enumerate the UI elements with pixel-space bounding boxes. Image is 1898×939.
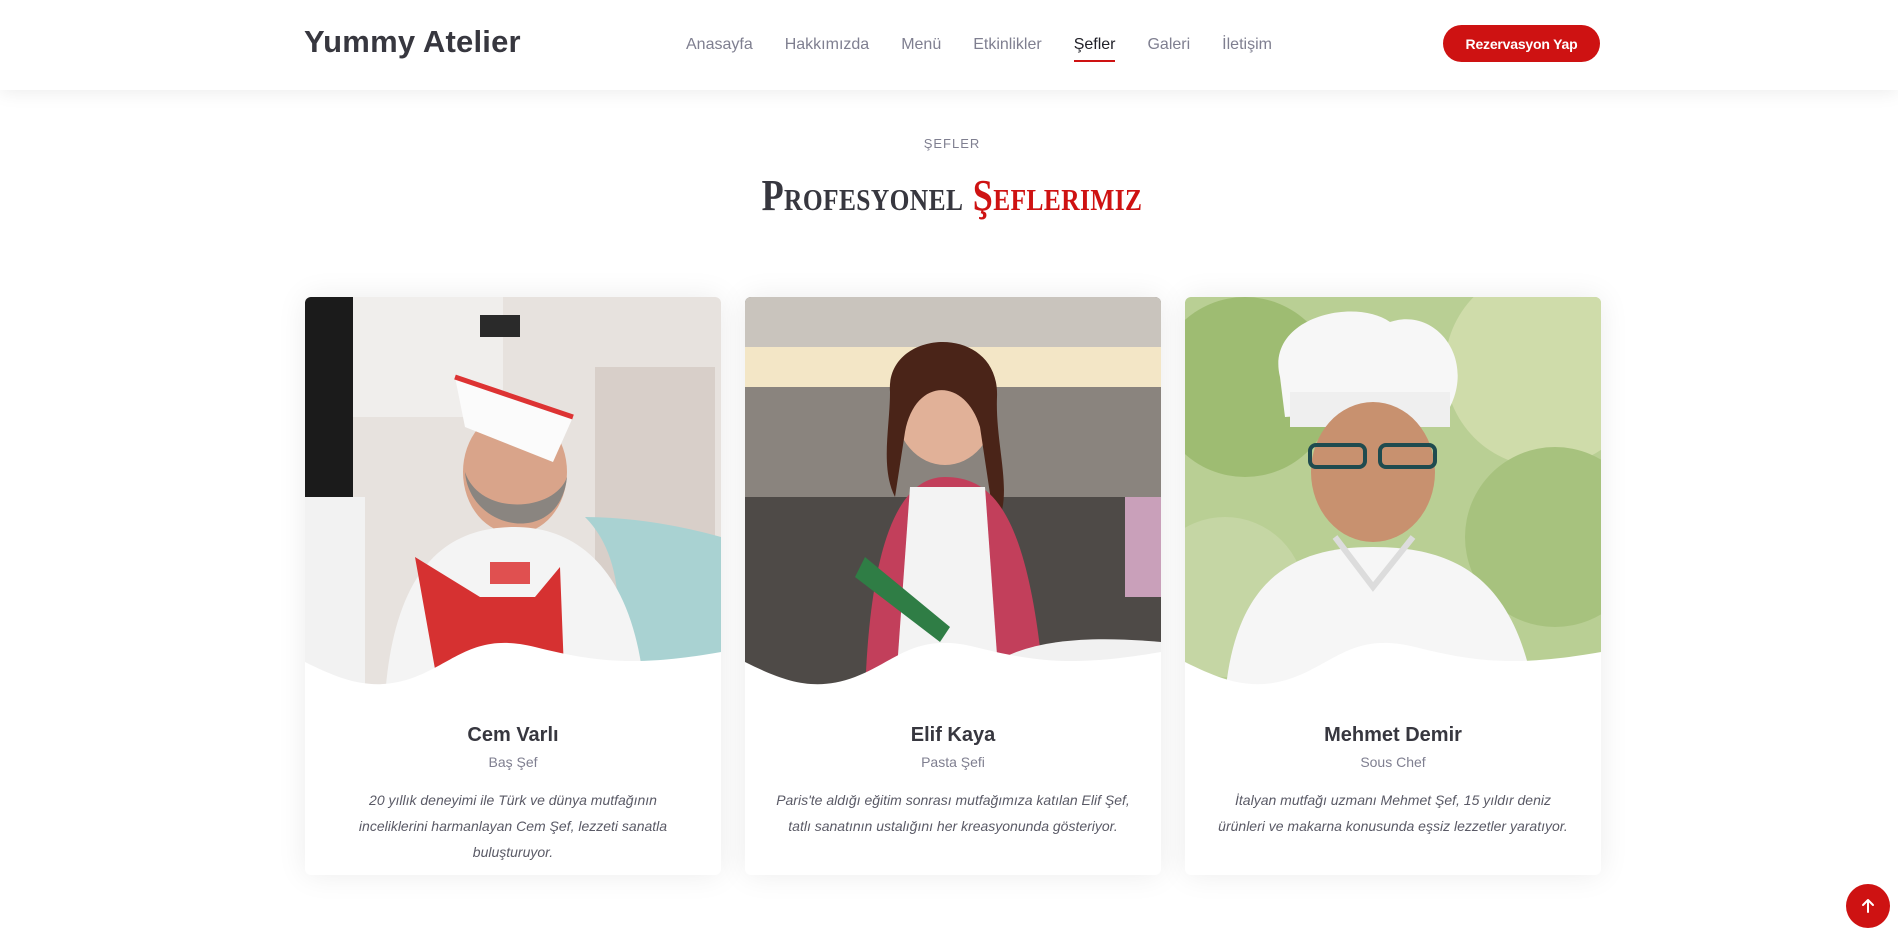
section-label: ŞEFLER (923, 136, 981, 151)
chef-role: Pasta Şefi (921, 754, 985, 770)
chef-name: Elif Kaya (910, 724, 996, 746)
arrow-up-icon (1862, 899, 1874, 913)
site-logo[interactable]: Yummy Atelier (304, 24, 521, 60)
wave-divider (745, 642, 1161, 697)
chef-role: Sous Chef (1360, 754, 1426, 770)
chef-card: Elif Kaya Pasta Şefi Paris'te aldığı eği… (745, 297, 1161, 875)
section-title-main: Profesyonel (761, 171, 973, 220)
nav-item-menu[interactable]: Menü (901, 35, 941, 55)
section-title: Profesyonel Şeflerimiz (171, 170, 1732, 221)
nav-item-galeri[interactable]: Galeri (1147, 35, 1190, 55)
site-header: Yummy Atelier Anasayfa Hakkımızda Menü E… (0, 0, 1898, 90)
back-to-top-button[interactable] (1846, 884, 1890, 928)
nav-item-iletisim[interactable]: İletişim (1222, 35, 1272, 55)
chef-photo (745, 297, 1161, 697)
wave-divider (1185, 642, 1601, 697)
section-title-accent: Şeflerimiz (972, 171, 1143, 220)
chef-bio: 20 yıllık deneyimi ile Türk ve dünya mut… (358, 792, 668, 860)
chef-bio: İtalyan mutfağı uzmanı Mehmet Şef, 15 yı… (1218, 792, 1568, 834)
nav-item-anasayfa[interactable]: Anasayfa (686, 35, 753, 55)
chef-card: Mehmet Demir Sous Chef İtalyan mutfağı u… (1185, 297, 1601, 875)
chef-role: Baş Şef (488, 754, 538, 770)
nav-item-hakkimizda[interactable]: Hakkımızda (785, 35, 869, 55)
chef-photo (1185, 297, 1601, 697)
nav-item-etkinlikler[interactable]: Etkinlikler (973, 35, 1041, 55)
wave-divider (305, 642, 721, 697)
nav-item-sefler[interactable]: Şefler (1073, 35, 1115, 62)
chef-name: Cem Varlı (467, 724, 559, 746)
main-nav: Anasayfa Hakkımızda Menü Etkinlikler Şef… (686, 0, 1304, 90)
reservation-button[interactable]: Rezervasyon Yap (1443, 25, 1600, 62)
chef-photo (305, 297, 721, 697)
chef-card: Cem Varlı Baş Şef 20 yıllık deneyimi ile… (305, 297, 721, 875)
chef-name: Mehmet Demir (1324, 724, 1462, 746)
chef-bio: Paris'te aldığı eğitim sonrası mutfağımı… (776, 792, 1130, 834)
